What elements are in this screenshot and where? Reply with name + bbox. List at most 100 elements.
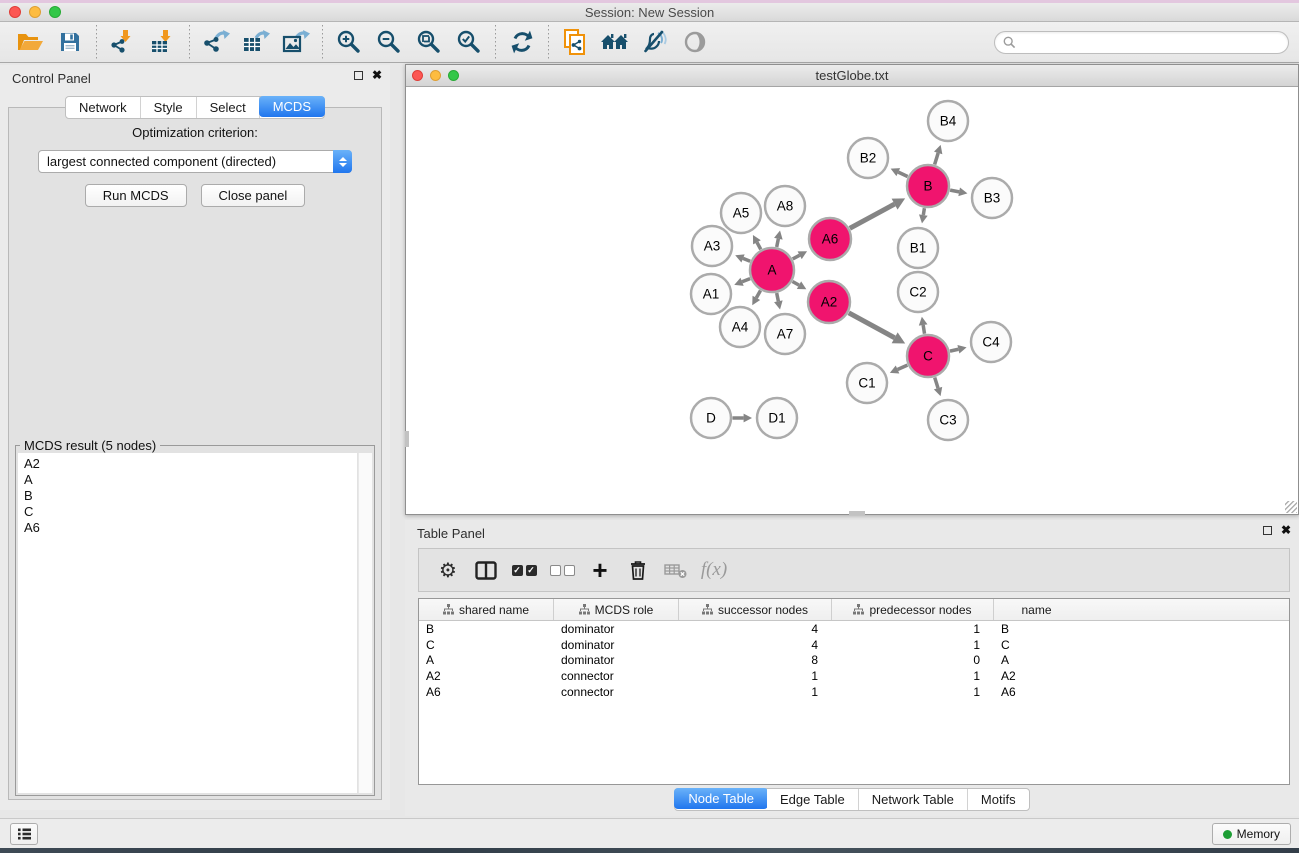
table-panel-header[interactable]: Table Panel ✖ — [405, 520, 1299, 546]
graph-node-D1[interactable]: D1 — [757, 398, 797, 438]
column-header-shared-name[interactable]: shared name — [419, 599, 554, 620]
select-all-columns-icon[interactable]: ✓✓ — [505, 552, 543, 588]
graph-edge-C-C3[interactable] — [934, 377, 942, 396]
column-header-successor-nodes[interactable]: successor nodes — [679, 599, 832, 620]
table-cell[interactable]: dominator — [554, 652, 679, 668]
result-scrollbar[interactable] — [358, 453, 372, 793]
graph-node-B[interactable]: B — [907, 165, 949, 207]
table-cell[interactable]: 0 — [832, 652, 994, 668]
graph-node-B3[interactable]: B3 — [972, 178, 1012, 218]
function-builder-icon[interactable]: f(x) — [695, 552, 733, 588]
table-cell[interactable]: 4 — [679, 621, 832, 637]
tab-style[interactable]: Style — [141, 97, 197, 118]
zoom-fit-icon[interactable] — [409, 25, 449, 59]
network-vscroll-thumb[interactable] — [405, 431, 409, 447]
table-cell[interactable]: connector — [554, 668, 679, 684]
table-cell[interactable]: A6 — [419, 684, 554, 700]
network-canvas[interactable]: AA1A2A3A4A5A6A7A8BB1B2B3B4CC1C2C3C4DD1 — [406, 87, 1298, 514]
tab-edge-table[interactable]: Edge Table — [767, 789, 859, 810]
graph-edge-A-A1[interactable] — [734, 278, 750, 286]
graph-edge-C-C2[interactable] — [919, 317, 928, 334]
show-column-icon[interactable] — [467, 552, 505, 588]
table-options-gear-icon[interactable]: ⚙ — [429, 552, 467, 588]
open-session-icon[interactable] — [10, 25, 50, 59]
graph-node-B1[interactable]: B1 — [898, 228, 938, 268]
table-cell[interactable]: dominator — [554, 637, 679, 653]
table-cell[interactable]: A6 — [994, 684, 1079, 700]
result-item[interactable]: A2 — [24, 456, 357, 472]
result-item[interactable]: A — [24, 472, 357, 488]
graph-node-A8[interactable]: A8 — [765, 186, 805, 226]
table-cell[interactable]: A — [419, 652, 554, 668]
graph-node-A2[interactable]: A2 — [808, 281, 850, 323]
app-titlebar[interactable]: Session: New Session — [0, 3, 1299, 22]
table-cell[interactable]: A — [994, 652, 1079, 668]
network-view-window[interactable]: testGlobe.txt AA1A2A3A4A5A6A7A8BB1B2B3B4… — [405, 64, 1299, 515]
table-cell[interactable]: dominator — [554, 621, 679, 637]
graph-edge-B-B2[interactable] — [891, 168, 908, 176]
duplicate-network-icon[interactable] — [555, 25, 595, 59]
tab-select[interactable]: Select — [197, 97, 260, 118]
result-item[interactable]: A6 — [24, 520, 357, 536]
table-row[interactable]: A6connector11A6 — [419, 684, 1289, 700]
graph-node-C1[interactable]: C1 — [847, 363, 887, 403]
graph-node-B2[interactable]: B2 — [848, 138, 888, 178]
graph-node-C[interactable]: C — [907, 335, 949, 377]
table-cell[interactable]: B — [994, 621, 1079, 637]
graph-node-A7[interactable]: A7 — [765, 314, 805, 354]
save-session-icon[interactable] — [50, 25, 90, 59]
close-table-panel-icon[interactable]: ✖ — [1281, 525, 1291, 535]
graph-edge-A2-C[interactable] — [849, 313, 905, 344]
result-item[interactable]: B — [24, 488, 357, 504]
graph-edge-B-B3[interactable] — [950, 188, 967, 197]
show-panels-button[interactable] — [10, 823, 38, 845]
graph-node-D[interactable]: D — [691, 398, 731, 438]
zoom-out-icon[interactable] — [369, 25, 409, 59]
column-header-name[interactable]: name — [994, 599, 1079, 620]
graph-node-C3[interactable]: C3 — [928, 400, 968, 440]
result-item[interactable]: C — [24, 504, 357, 520]
float-panel-icon[interactable] — [354, 71, 363, 80]
close-panel-icon[interactable]: ✖ — [372, 70, 382, 80]
tab-mcds[interactable]: MCDS — [259, 96, 325, 117]
minimize-window-button[interactable] — [29, 6, 41, 18]
graph-edge-B-B1[interactable] — [919, 208, 928, 223]
table-row[interactable]: A2connector11A2 — [419, 668, 1289, 684]
table-cell[interactable]: 8 — [679, 652, 832, 668]
tab-node-table[interactable]: Node Table — [674, 788, 768, 809]
table-cell[interactable]: A2 — [994, 668, 1079, 684]
tab-network[interactable]: Network — [66, 97, 141, 118]
table-row[interactable]: Bdominator41B — [419, 621, 1289, 637]
graph-node-A1[interactable]: A1 — [691, 274, 731, 314]
float-table-panel-icon[interactable] — [1263, 526, 1272, 535]
mcds-result-list[interactable]: A2ABCA6 — [18, 453, 358, 793]
close-window-button[interactable] — [9, 6, 21, 18]
export-network-icon[interactable] — [196, 25, 236, 59]
search-field[interactable] — [994, 31, 1289, 54]
table-cell[interactable]: 1 — [832, 637, 994, 653]
graph-node-A6[interactable]: A6 — [809, 218, 851, 260]
delete-column-icon[interactable] — [619, 552, 657, 588]
graph-node-A[interactable]: A — [750, 248, 794, 292]
network-window-titlebar[interactable]: testGlobe.txt — [406, 65, 1298, 87]
graph-edge-A-A4[interactable] — [752, 290, 760, 305]
column-header-mcds-role[interactable]: MCDS role — [554, 599, 679, 620]
graph-edge-A-A7[interactable] — [774, 293, 783, 309]
export-table-icon[interactable] — [236, 25, 276, 59]
tab-network-table[interactable]: Network Table — [859, 789, 968, 810]
table-cell[interactable]: 4 — [679, 637, 832, 653]
run-mcds-button[interactable]: Run MCDS — [85, 184, 187, 207]
graph-edge-A-A5[interactable] — [753, 235, 761, 249]
maximize-network-window-button[interactable] — [448, 70, 459, 81]
control-panel-header[interactable]: Control Panel ✖ — [0, 65, 390, 91]
memory-button[interactable]: Memory — [1212, 823, 1291, 845]
export-image-icon[interactable] — [276, 25, 316, 59]
resize-grip-icon[interactable] — [1285, 501, 1297, 513]
graph-edge-C-C4[interactable] — [950, 345, 967, 354]
network-hscroll-thumb[interactable] — [849, 511, 865, 515]
close-network-window-button[interactable] — [412, 70, 423, 81]
unselect-all-columns-icon[interactable] — [543, 552, 581, 588]
import-table-icon[interactable] — [143, 25, 183, 59]
table-cell[interactable]: 1 — [832, 684, 994, 700]
table-cell[interactable]: connector — [554, 684, 679, 700]
